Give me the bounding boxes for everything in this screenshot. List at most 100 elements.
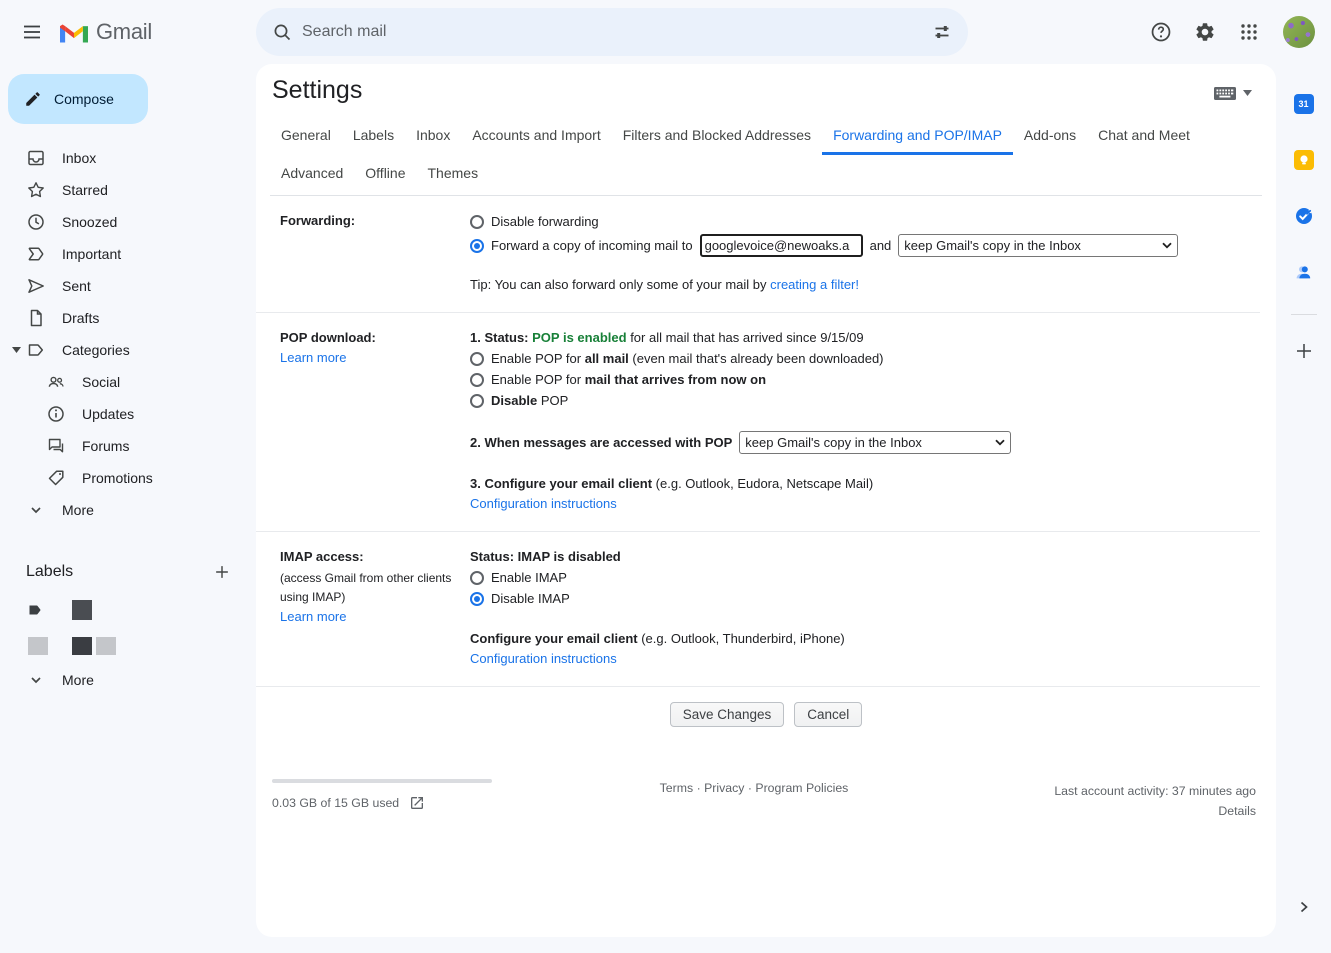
compose-button[interactable]: Compose [8, 74, 148, 124]
imap-enable-option[interactable]: Enable IMAP [470, 567, 1240, 588]
forwarding-tip: Tip: You can also forward only some of y… [470, 275, 1240, 295]
sidebar-item-label: Forums [82, 438, 129, 454]
imap-status-line: Status: IMAP is disabled [470, 547, 1240, 567]
tab-forwarding-and-pop-imap[interactable]: Forwarding and POP/IMAP [822, 121, 1013, 155]
forwarding-row-label: Forwarding: [280, 211, 470, 231]
forward-address-select[interactable]: googlevoice@newoaks.a [700, 234, 863, 257]
imap-enable-radio[interactable] [470, 571, 484, 585]
forward-copy-radio[interactable] [470, 239, 484, 253]
page-title: Settings [272, 76, 362, 105]
calendar-icon: 31 [1294, 94, 1314, 114]
save-changes-button[interactable]: Save Changes [670, 702, 785, 727]
pop-learn-more-link[interactable]: Learn more [280, 350, 346, 365]
tasks-panel-button[interactable] [1284, 196, 1324, 236]
form-actions: Save Changes Cancel [256, 687, 1276, 737]
select-chevron-icon [1162, 242, 1172, 249]
sidebar-item-updates[interactable]: Updates [0, 398, 256, 430]
pop-enable-all-radio[interactable] [470, 352, 484, 366]
support-button[interactable] [1141, 12, 1181, 52]
sidebar-item-sent[interactable]: Sent [0, 270, 256, 302]
disable-forwarding-radio[interactable] [470, 215, 484, 229]
sidebar-item-important[interactable]: Important [0, 238, 256, 270]
tab-general[interactable]: General [270, 121, 342, 155]
option-label: Forward a copy of incoming mail to [491, 236, 693, 256]
privacy-link[interactable]: Privacy [704, 781, 744, 795]
create-label-button[interactable] [206, 556, 238, 588]
top-bar-actions [968, 12, 1331, 52]
tab-offline[interactable]: Offline [354, 155, 416, 195]
label-item-redacted-1[interactable] [0, 592, 256, 628]
sidebar-item-starred[interactable]: Starred [0, 174, 256, 206]
contacts-icon [1294, 262, 1314, 282]
program-policies-link[interactable]: Program Policies [755, 781, 848, 795]
google-apps-button[interactable] [1229, 12, 1269, 52]
terms-link[interactable]: Terms [660, 781, 693, 795]
sidebar-item-social[interactable]: Social [0, 366, 256, 398]
pop-disable-option[interactable]: Disable POP [470, 390, 1240, 411]
search-input[interactable] [302, 23, 922, 41]
configure-rest: (e.g. Outlook, Eudora, Netscape Mail) [656, 476, 874, 491]
collapse-triangle-icon[interactable] [12, 347, 21, 353]
imap-disable-radio[interactable] [470, 592, 484, 606]
pop-action-select[interactable]: keep Gmail's copy in the Inbox [739, 431, 1011, 454]
status-label: 1. Status: [470, 330, 529, 345]
disable-forwarding-option[interactable]: Disable forwarding [470, 211, 1240, 232]
search-options-button[interactable] [922, 12, 962, 52]
labels-more[interactable]: More [0, 664, 256, 696]
redacted-label-text [72, 600, 92, 620]
gmail-logo[interactable]: Gmail [60, 19, 152, 45]
forward-action-select[interactable]: keep Gmail's copy in the Inbox [898, 234, 1178, 257]
pop-enable-all-option[interactable]: Enable POP for all mail (even mail that'… [470, 348, 1240, 369]
sidebar-item-more[interactable]: More [0, 494, 256, 526]
sidebar-item-inbox[interactable]: Inbox [0, 142, 256, 174]
pop-row-label: POP download: [280, 328, 470, 348]
sidebar-item-drafts[interactable]: Drafts [0, 302, 256, 334]
hide-side-panel-button[interactable] [1284, 887, 1324, 927]
sidebar-item-forums[interactable]: Forums [0, 430, 256, 462]
imap-disable-option[interactable]: Disable IMAP [470, 588, 1240, 609]
chevron-right-icon [1296, 899, 1312, 915]
pop-configuration-instructions-link[interactable]: Configuration instructions [470, 496, 617, 511]
forum-chat-icon [46, 436, 66, 456]
settings-button[interactable] [1185, 12, 1225, 52]
activity-details-link[interactable]: Details [1218, 804, 1256, 818]
get-addons-button[interactable] [1284, 331, 1324, 371]
label-item-redacted-2[interactable] [0, 628, 256, 664]
tab-themes[interactable]: Themes [417, 155, 490, 195]
tab-accounts-and-import[interactable]: Accounts and Import [461, 121, 611, 155]
imap-learn-more-link[interactable]: Learn more [280, 609, 346, 624]
selected-option: keep Gmail's copy in the Inbox [745, 433, 922, 453]
compose-label: Compose [54, 91, 114, 107]
creating-a-filter-link[interactable]: creating a filter! [770, 277, 859, 292]
tab-filters-and-blocked-addresses[interactable]: Filters and Blocked Addresses [612, 121, 822, 155]
settings-header: Settings [256, 64, 1276, 105]
main-menu-button[interactable] [12, 12, 52, 52]
calendar-panel-button[interactable]: 31 [1284, 84, 1324, 124]
tab-chat-and-meet[interactable]: Chat and Meet [1087, 121, 1201, 155]
search-button[interactable] [262, 12, 302, 52]
cancel-button[interactable]: Cancel [794, 702, 862, 727]
tab-add-ons[interactable]: Add-ons [1013, 121, 1087, 155]
gmail-m-icon [60, 21, 88, 43]
input-tools-button[interactable] [1213, 84, 1252, 102]
pop-enable-now-option[interactable]: Enable POP for mail that arrives from no… [470, 369, 1240, 390]
contacts-panel-button[interactable] [1284, 252, 1324, 292]
sidebar-item-snoozed[interactable]: Snoozed [0, 206, 256, 238]
pop-enable-now-radio[interactable] [470, 373, 484, 387]
forward-copy-option[interactable]: Forward a copy of incoming mail to googl… [470, 234, 1240, 257]
sidebar-item-promotions[interactable]: Promotions [0, 462, 256, 494]
account-avatar[interactable] [1283, 16, 1315, 48]
imap-configuration-instructions-link[interactable]: Configuration instructions [470, 651, 617, 666]
imap-row-sublabel: (access Gmail from other clients using I… [280, 569, 470, 607]
sidebar-item-categories[interactable]: Categories [0, 334, 256, 366]
separator: · [697, 781, 701, 795]
pop-disable-radio[interactable] [470, 394, 484, 408]
open-in-new-icon[interactable] [409, 795, 425, 811]
star-icon [26, 180, 46, 200]
tab-labels[interactable]: Labels [342, 121, 405, 155]
hamburger-icon [22, 22, 42, 42]
help-icon [1150, 21, 1172, 43]
keep-panel-button[interactable] [1284, 140, 1324, 180]
tab-advanced[interactable]: Advanced [270, 155, 354, 195]
tab-inbox[interactable]: Inbox [405, 121, 461, 155]
